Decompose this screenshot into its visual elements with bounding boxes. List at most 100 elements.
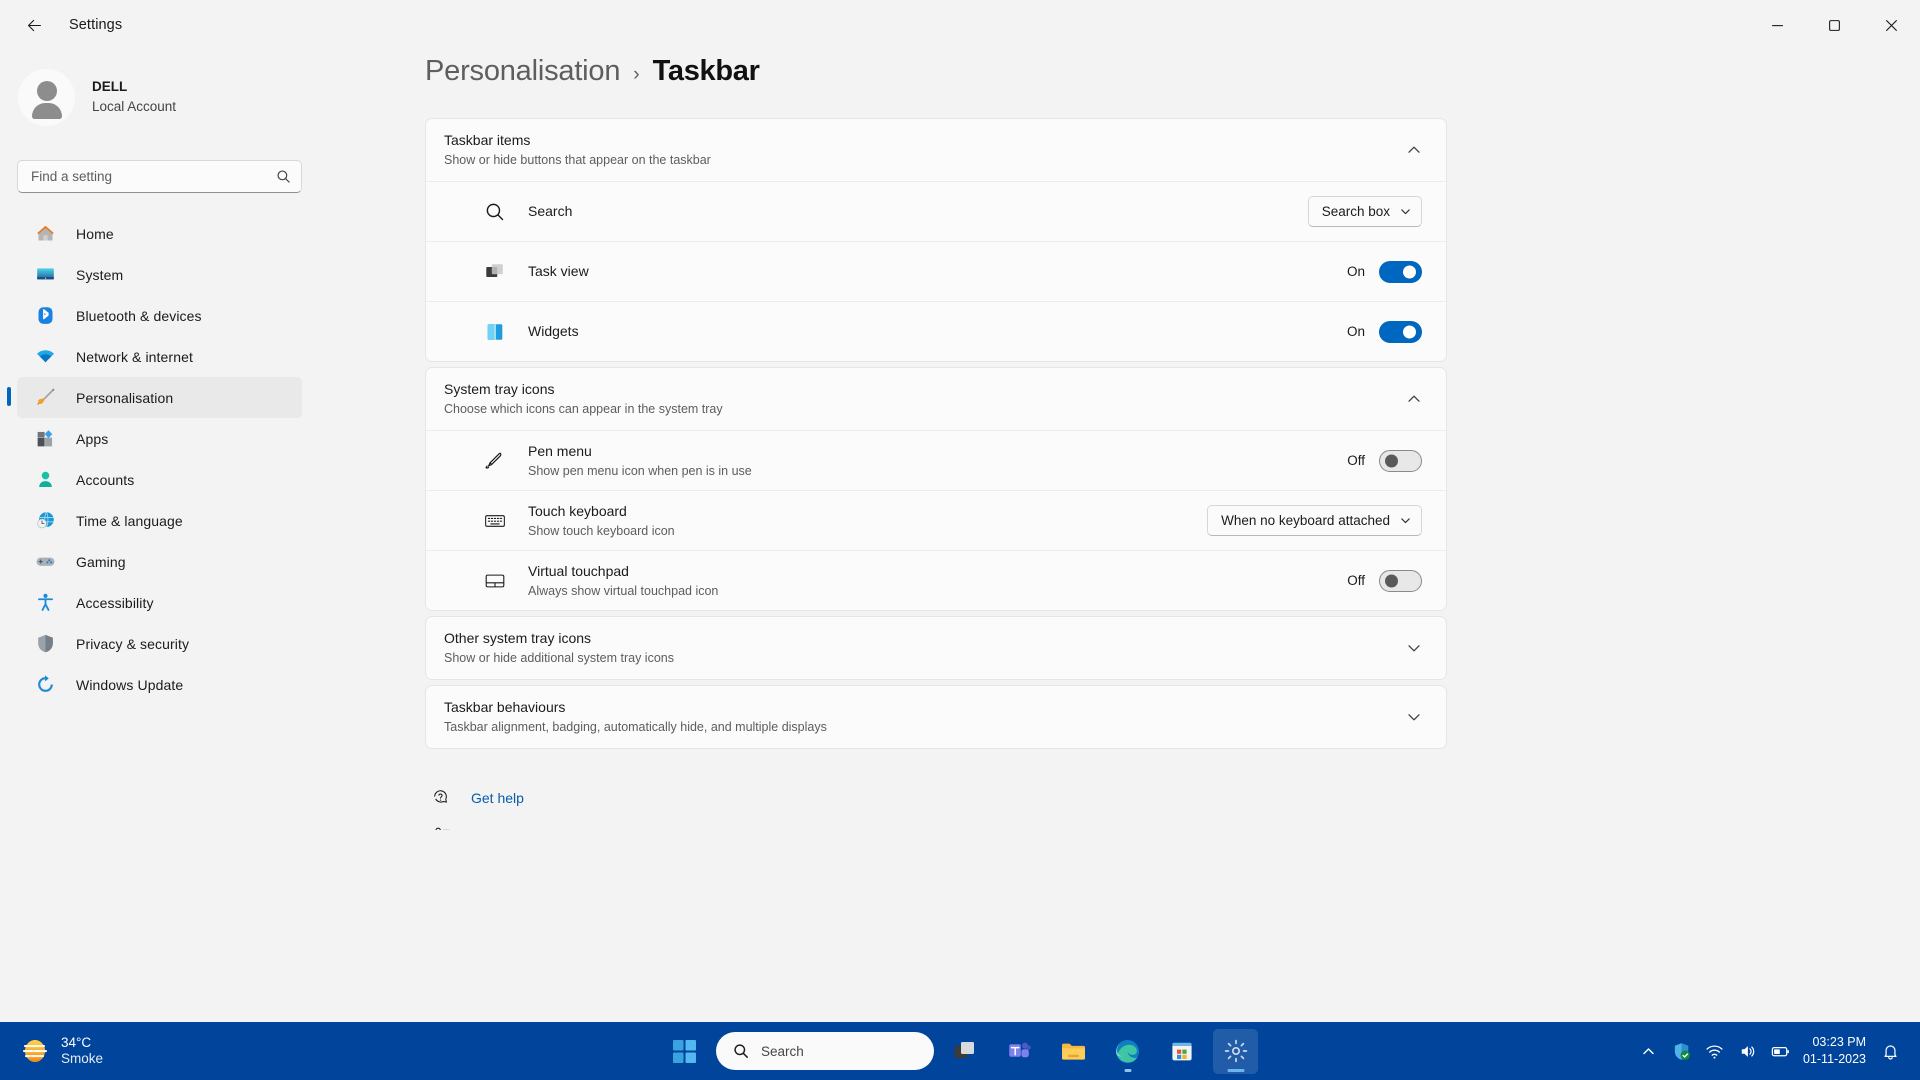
main-content: Personalisation › Taskbar Taskbar items S…	[322, 50, 1920, 830]
shield-icon	[38, 634, 53, 653]
windows-security-tray-icon[interactable]	[1665, 1029, 1698, 1073]
chevron-up-icon[interactable]	[1406, 142, 1422, 158]
help-icon	[431, 787, 453, 809]
taskbar-search-box[interactable]: Search	[716, 1032, 934, 1070]
task-view-toggle[interactable]	[1379, 260, 1422, 283]
card-taskbar-items-header[interactable]: Taskbar items Show or hide buttons that a…	[426, 119, 1446, 181]
search-dropdown[interactable]: Search box	[1307, 196, 1422, 227]
taskbar-app-microsoft-teams[interactable]	[997, 1029, 1042, 1074]
system-icon	[37, 268, 54, 280]
accounts-icon	[35, 469, 56, 490]
sidebar-item-privacy-security[interactable]: Privacy & security	[17, 623, 302, 664]
setting-row[interactable]: Touch keyboard Show touch keyboard icon Wh…	[426, 490, 1446, 550]
maximize-button[interactable]	[1806, 0, 1863, 50]
virtual-touchpad-toggle[interactable]	[1379, 569, 1422, 592]
sidebar-item-gaming[interactable]: Gaming	[17, 541, 302, 582]
sidebar-item-network-internet[interactable]: Network & internet	[17, 336, 302, 377]
setting-title: Task view	[528, 263, 589, 279]
breadcrumb-parent[interactable]: Personalisation	[425, 55, 620, 88]
notifications-button[interactable]	[1874, 1029, 1907, 1073]
chevron-down-icon[interactable]	[1406, 709, 1422, 725]
taskbar-app-file-explorer[interactable]	[1051, 1029, 1096, 1074]
system-tray: 03:23 PM 01-11-2023	[1632, 1029, 1920, 1073]
sidebar-item-windows-update[interactable]: Windows Update	[17, 664, 302, 705]
sidebar-item-time-language[interactable]: Time & language	[17, 500, 302, 541]
sidebar-item-bluetooth-devices[interactable]: Bluetooth & devices	[17, 295, 302, 336]
volume-tray-icon[interactable]	[1731, 1029, 1764, 1073]
page-title: Taskbar	[652, 55, 760, 87]
taskbar-app-microsoft-edge[interactable]	[1105, 1029, 1150, 1074]
clock-time: 03:23 PM	[1812, 1035, 1866, 1049]
minimize-button[interactable]	[1749, 0, 1806, 50]
close-button[interactable]	[1863, 0, 1920, 50]
widgets-toggle[interactable]	[1379, 320, 1422, 343]
taskbar-app-settings[interactable]	[1213, 1028, 1258, 1074]
touch-keyboard-dropdown[interactable]: When no keyboard attached	[1207, 505, 1422, 536]
setting-title: Pen menu	[528, 442, 592, 459]
sidebar-item-label: Apps	[76, 430, 109, 447]
search-input[interactable]	[31, 169, 276, 184]
chevron-up-icon[interactable]	[1406, 391, 1422, 407]
get-help-link[interactable]: Get help	[425, 779, 1920, 816]
taskbar-weather-widget[interactable]: 34°C Smoke	[20, 1035, 103, 1067]
footer-link-label: Get help	[471, 789, 524, 806]
chevron-down-icon	[1400, 206, 1411, 217]
task-view-toggle-group: On	[1346, 260, 1422, 283]
setting-row[interactable]: Virtual touchpad Always show virtual touc…	[426, 550, 1446, 610]
setting-row[interactable]: Widgets On	[426, 301, 1446, 361]
show-hidden-icons-button[interactable]	[1632, 1029, 1665, 1073]
network-tray-icon[interactable]	[1698, 1029, 1731, 1073]
sidebar-item-label: Accounts	[76, 471, 135, 488]
start-button[interactable]	[662, 1029, 707, 1074]
shield-check-icon	[1674, 1042, 1691, 1060]
account-block[interactable]: DELL Local Account	[0, 50, 322, 136]
taskbar-app-task-view[interactable]	[943, 1029, 988, 1074]
section-subtitle: Show or hide additional system tray icon…	[444, 651, 674, 665]
taskbar-clock[interactable]: 03:23 PM 01-11-2023	[1803, 1034, 1866, 1068]
sidebar-item-label: Gaming	[76, 553, 126, 570]
setting-row[interactable]: Search Search box	[426, 181, 1446, 241]
battery-tray-icon[interactable]	[1764, 1029, 1797, 1073]
setting-row[interactable]: Task view On	[426, 241, 1446, 301]
help-icon	[434, 789, 447, 803]
toggle-state-label: On	[1346, 264, 1365, 279]
taskbar-center: Search	[662, 1028, 1258, 1074]
sidebar-item-accessibility[interactable]: Accessibility	[17, 582, 302, 623]
sidebar-item-apps[interactable]: Apps	[17, 418, 302, 459]
card-other-system-tray-icons-header[interactable]: Other system tray icons Show or hide addi…	[426, 617, 1446, 679]
settings-window: Settings DELL Local Account Find a setti…	[0, 0, 1920, 1080]
close-icon	[1886, 19, 1897, 31]
pen-menu-toggle[interactable]	[1379, 449, 1422, 472]
setting-row[interactable]: Pen menu Show pen menu icon when pen is i…	[426, 430, 1446, 490]
settings-search-box[interactable]	[17, 160, 302, 193]
store-icon	[1171, 1042, 1192, 1061]
task-view-icon	[954, 1042, 974, 1058]
sidebar-item-home[interactable]: Home	[17, 213, 302, 254]
bell-icon	[1884, 1044, 1897, 1060]
setting-title: Widgets	[528, 323, 579, 339]
sidebar-item-personalisation[interactable]: Personalisation	[7, 377, 302, 418]
card-system-tray-icons-header[interactable]: System tray icons Choose which icons can …	[426, 368, 1446, 430]
setting-title: Virtual touchpad	[528, 562, 629, 579]
taskbar-app-microsoft-store[interactable]	[1159, 1029, 1204, 1074]
chevron-down-icon[interactable]	[1406, 640, 1422, 656]
sidebar-item-label: Windows Update	[76, 676, 184, 693]
card-taskbar-behaviours: Taskbar behaviours Taskbar alignment, bad…	[425, 685, 1447, 749]
shield-icon	[35, 633, 56, 654]
dropdown-value: Search box	[1321, 204, 1390, 219]
virtual-touchpad-toggle-group: Off	[1347, 569, 1422, 592]
paintbrush-icon	[36, 388, 55, 405]
touchpad-icon	[485, 574, 505, 587]
taskbar-apps	[943, 1028, 1258, 1074]
accessibility-icon	[35, 592, 56, 613]
home-icon	[37, 225, 54, 241]
sidebar-item-system[interactable]: System	[17, 254, 302, 295]
smoke-weather-icon	[23, 1040, 47, 1062]
back-button[interactable]	[14, 8, 54, 42]
give-feedback-link[interactable]: Give feedback	[425, 816, 1920, 830]
card-taskbar-behaviours-header[interactable]: Taskbar behaviours Taskbar alignment, bad…	[426, 686, 1446, 748]
sidebar-item-accounts[interactable]: Accounts	[17, 459, 302, 500]
footer-links: Get help Give feedback	[425, 779, 1920, 830]
wifi-icon	[1706, 1044, 1723, 1059]
search-icon	[276, 169, 291, 184]
